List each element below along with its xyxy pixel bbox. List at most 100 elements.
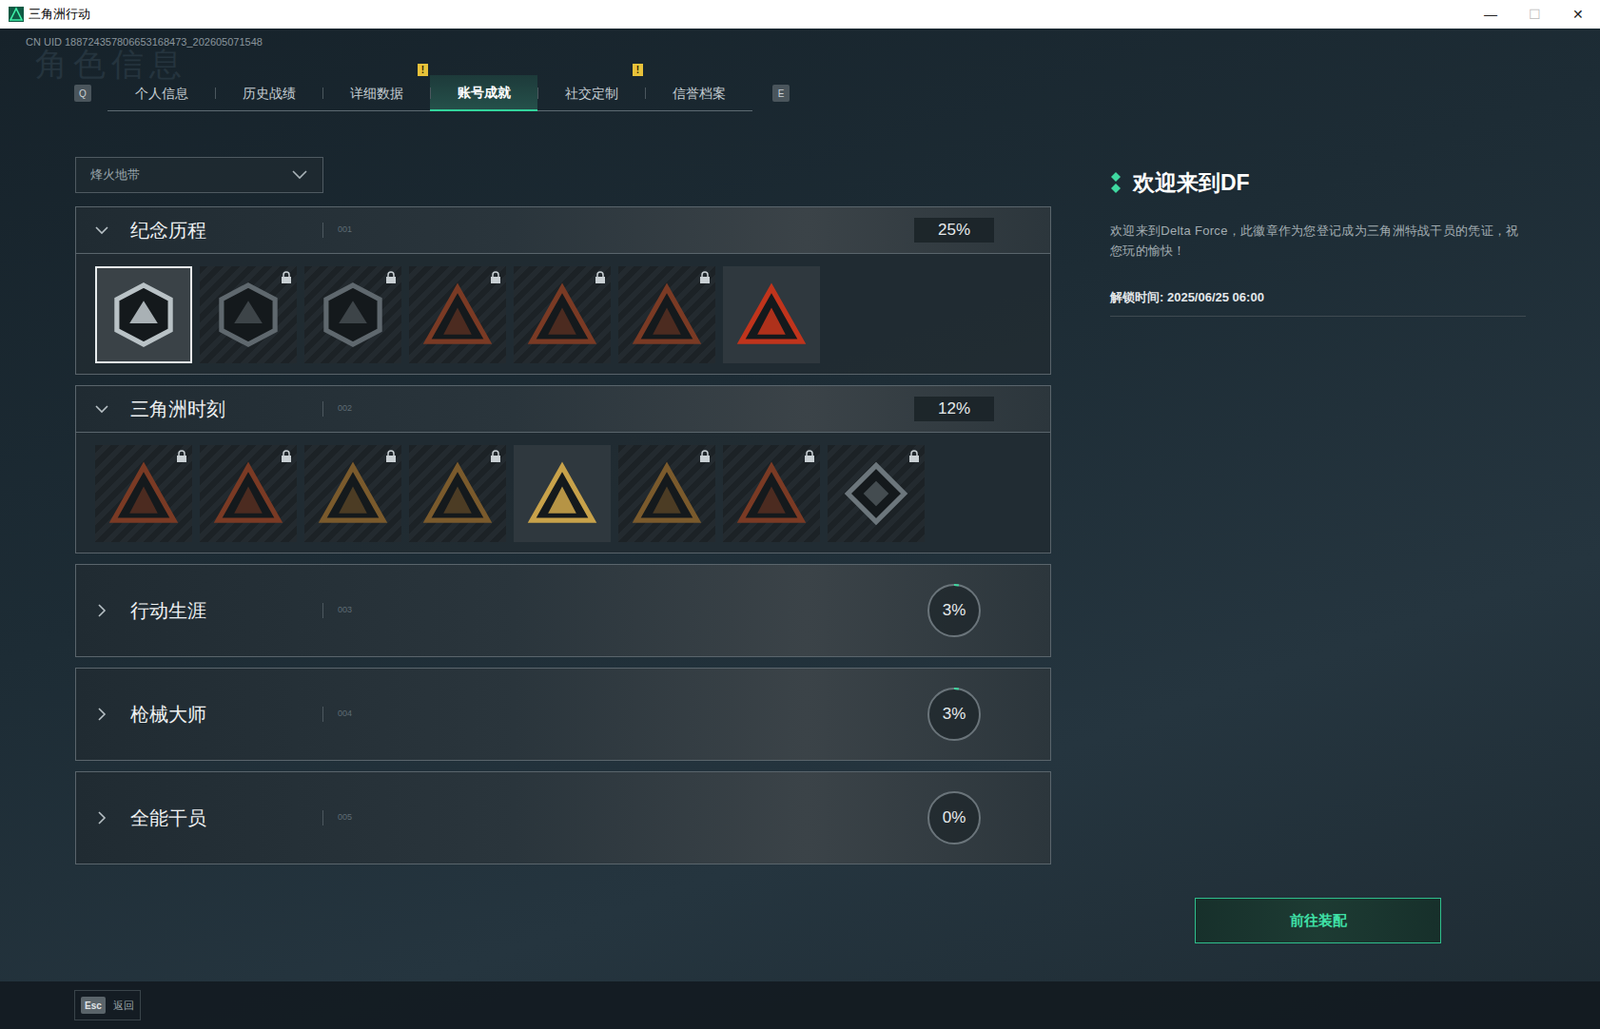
badge-state xyxy=(722,266,820,364)
lock-icon xyxy=(489,271,502,285)
section-code: 001 xyxy=(337,223,352,237)
chevron-right-icon[interactable] xyxy=(93,809,111,827)
badge-tile[interactable] xyxy=(95,266,193,364)
section-header[interactable]: 三角洲时刻 002 12% xyxy=(75,385,1052,433)
back-label[interactable]: 返回 xyxy=(113,997,135,1015)
progress-ring: 3% xyxy=(925,582,983,640)
badge-tile[interactable] xyxy=(513,266,611,364)
badge-tile[interactable] xyxy=(409,266,507,364)
section-title-box: 纪念历程 xyxy=(130,215,323,245)
tab-alert-badge: ! xyxy=(632,63,644,77)
equip-button[interactable]: 前往装配 xyxy=(1194,897,1442,944)
badge-tile[interactable] xyxy=(618,445,716,543)
section-title: 全能干员 xyxy=(130,807,207,829)
diamond-badge-icon xyxy=(840,458,912,529)
tab-label[interactable]: 历史战绩 xyxy=(242,83,296,104)
uid-label: CN UID 188724357806653168473_20260507154… xyxy=(0,28,1600,49)
back-button[interactable]: Esc 返回 xyxy=(74,990,141,1021)
tab[interactable]: 历史战绩 xyxy=(214,75,323,112)
progress-percent: 3% xyxy=(942,598,967,624)
tab-label[interactable]: 账号成就 xyxy=(457,82,511,103)
section-title: 三角洲时刻 xyxy=(130,398,226,420)
progress-percent: 25% xyxy=(937,217,971,243)
progress-percent: 12% xyxy=(937,396,971,422)
lock-icon xyxy=(385,449,397,464)
lock-icon xyxy=(280,449,293,464)
tab-label[interactable]: 社交定制 xyxy=(565,83,619,104)
triangle-badge-icon xyxy=(736,458,807,529)
progress-box: 12% xyxy=(914,396,995,422)
header-divider xyxy=(322,810,324,826)
badge-tile[interactable] xyxy=(409,445,507,543)
badge-tile[interactable] xyxy=(618,266,716,364)
bottom-bar: Esc 返回 xyxy=(0,981,1600,1029)
tab-divider xyxy=(214,87,216,99)
lock-icon xyxy=(699,449,711,464)
next-tab-key[interactable]: E xyxy=(772,84,790,102)
lock-icon xyxy=(699,271,711,285)
section-code: 004 xyxy=(337,707,352,722)
chevron-down-icon[interactable] xyxy=(93,400,111,418)
progress-ring: 3% xyxy=(925,685,983,743)
badge-tile[interactable] xyxy=(199,445,297,543)
chevron-right-icon[interactable] xyxy=(93,602,111,620)
triangle-badge-icon xyxy=(317,458,389,529)
tab[interactable]: 个人信息 xyxy=(107,75,215,112)
triangle-badge-icon xyxy=(631,458,703,529)
badge-tile[interactable] xyxy=(95,445,193,543)
badge-tile[interactable] xyxy=(722,445,820,543)
header-divider xyxy=(322,706,324,722)
section-title-box: 枪械大师 xyxy=(130,700,323,729)
lock-icon xyxy=(908,449,920,464)
badge-tile[interactable] xyxy=(304,266,402,364)
chevron-down-icon[interactable] xyxy=(93,221,111,239)
tab[interactable]: 社交定制! xyxy=(537,75,645,112)
tab[interactable]: 账号成就 xyxy=(429,75,538,112)
window-control-button[interactable]: ✕ xyxy=(1556,4,1600,25)
section-title: 行动生涯 xyxy=(130,600,207,622)
progress-percent: 3% xyxy=(942,702,967,727)
achievement-section: 全能干员 005 0% xyxy=(75,771,1052,865)
tab[interactable]: 详细数据! xyxy=(322,75,430,112)
tab-label[interactable]: 个人信息 xyxy=(135,83,189,104)
section-code: 005 xyxy=(337,811,352,825)
section-header[interactable]: 枪械大师 004 3% xyxy=(75,667,1052,761)
progress-percent: 0% xyxy=(942,805,967,831)
tab-divider xyxy=(537,87,539,99)
section-title-box: 行动生涯 xyxy=(130,596,323,625)
triangle-badge-icon xyxy=(736,279,807,351)
badge-detail: 欢迎来到DF欢迎来到Delta Force，此徽章作为您登记成为三角洲特战干员的… xyxy=(1110,111,1526,944)
achievement-section: 枪械大师 004 3% xyxy=(75,667,1052,761)
section-code: 002 xyxy=(337,402,352,416)
chevron-right-icon[interactable] xyxy=(93,705,111,723)
tab-label[interactable]: 详细数据 xyxy=(350,83,404,104)
tab-label[interactable]: 信誉档案 xyxy=(672,83,726,104)
lock-icon xyxy=(803,449,816,464)
badge-tile[interactable] xyxy=(304,445,402,543)
badge-tile[interactable] xyxy=(722,266,820,364)
triangle-badge-icon xyxy=(422,458,493,529)
mode-dropdown[interactable]: 烽火地带 xyxy=(75,156,324,194)
header-divider xyxy=(322,222,324,238)
detail-title: 欢迎来到DF xyxy=(1132,166,1250,200)
progress-box: 25% xyxy=(914,217,995,243)
mode-dropdown-value[interactable]: 烽火地带 xyxy=(90,165,140,185)
prev-tab-key[interactable]: Q xyxy=(74,84,92,102)
lock-icon xyxy=(489,449,502,464)
badge-tile[interactable] xyxy=(199,266,297,364)
section-header[interactable]: 纪念历程 001 25% xyxy=(75,206,1052,254)
section-header[interactable]: 全能干员 005 0% xyxy=(75,771,1052,865)
window-control-button[interactable]: ☐ xyxy=(1512,4,1557,25)
section-header[interactable]: 行动生涯0033% xyxy=(75,564,1052,658)
section-title-box: 三角洲时刻 xyxy=(130,394,323,424)
window-control-button[interactable]: — xyxy=(1468,4,1513,25)
badge-grid xyxy=(75,253,1052,375)
tab[interactable]: 信誉档案 xyxy=(644,75,753,112)
app-logo-icon xyxy=(8,6,24,22)
equip-button-label[interactable]: 前往装配 xyxy=(1289,910,1347,933)
triangle-badge-icon xyxy=(422,279,493,351)
badge-tile[interactable] xyxy=(827,445,925,543)
badge-tile[interactable] xyxy=(513,445,611,543)
esc-key[interactable]: Esc xyxy=(80,996,106,1015)
badge-grid xyxy=(75,432,1052,554)
